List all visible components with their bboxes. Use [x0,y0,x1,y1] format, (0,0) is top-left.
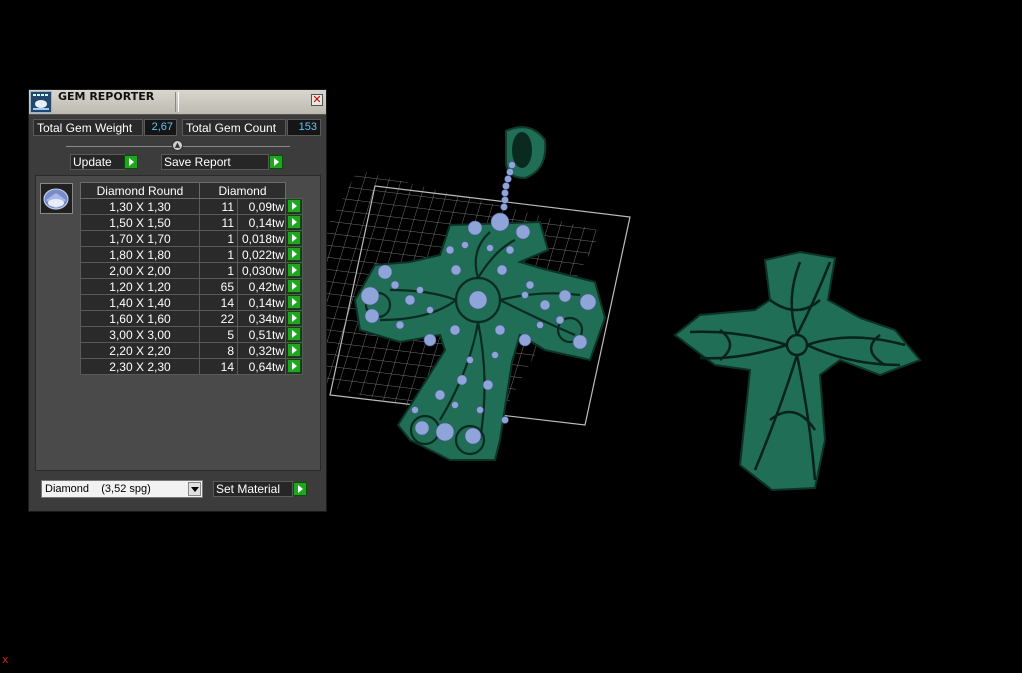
play-arrow-icon[interactable] [287,231,301,245]
material-select-value: Diamond (3,52 spg) [45,483,151,495]
gem-count: 65 [199,278,238,295]
play-arrow-icon[interactable] [287,247,301,261]
slider-knob-icon[interactable]: ▲ [172,140,183,151]
total-gem-weight-value: 2,67 [144,119,177,136]
material-select[interactable]: Diamond (3,52 spg) [41,480,203,498]
play-arrow-icon[interactable] [287,295,301,309]
play-arrow-icon[interactable] [287,263,301,277]
row-action-cell [285,246,303,263]
table-row[interactable]: 1,70 X 1,70 1 0,018tw [80,230,303,247]
gem-weight: 0,32tw [237,342,286,359]
close-icon: ✕ [312,93,322,106]
dropdown-arrow-icon[interactable] [188,482,201,496]
play-arrow-icon[interactable] [269,155,283,169]
gem-weight: 0,018tw [237,230,286,247]
gem-weight: 0,030tw [237,262,286,279]
row-action-cell [285,326,303,343]
gem-size: 3,00 X 3,00 [80,326,200,343]
gem-weight: 0,64tw [237,358,286,375]
gem-thumbnail-icon[interactable] [40,183,73,214]
gem-table: Diamond Round Diamond 1,30 X 1,30 11 0,0… [80,182,303,375]
gem-count: 1 [199,230,238,247]
gem-count: 1 [199,262,238,279]
gem-size: 2,00 X 2,00 [80,262,200,279]
play-arrow-icon[interactable] [293,482,307,496]
gem-count: 11 [199,214,238,231]
table-row[interactable]: 1,30 X 1,30 11 0,09tw [80,198,303,215]
gem-weight: 0,09tw [237,198,286,215]
gem-reporter-panel: GEM REPORTER ✕ Total Gem Weight 2,67 Tot… [28,89,327,512]
play-arrow-icon[interactable] [287,215,301,229]
row-action-cell [285,358,303,375]
play-arrow-icon[interactable] [287,343,301,357]
play-arrow-icon[interactable] [287,327,301,341]
table-row[interactable]: 2,30 X 2,30 14 0,64tw [80,358,303,375]
gem-list-area[interactable]: Diamond Round Diamond 1,30 X 1,30 11 0,0… [35,175,321,471]
gem-count: 5 [199,326,238,343]
play-arrow-icon[interactable] [124,155,138,169]
gem-count: 14 [199,294,238,311]
column-header-material: Diamond [199,182,286,199]
total-gem-count-value: 153 [287,119,321,136]
row-action-cell [285,294,303,311]
corner-mark: x [2,653,9,666]
gem-weight: 0,51tw [237,326,286,343]
update-button[interactable]: Update [70,154,125,170]
row-action-cell [285,262,303,279]
table-row[interactable]: 1,40 X 1,40 14 0,14tw [80,294,303,311]
title-separator [175,92,179,112]
panel-titlebar[interactable]: GEM REPORTER ✕ [29,90,326,115]
set-material-button[interactable]: Set Material [213,481,293,497]
gem-size: 1,40 X 1,40 [80,294,200,311]
row-action-cell [285,230,303,247]
row-action-cell [285,214,303,231]
save-report-button-label: Save Report [164,155,231,169]
row-action-cell [285,278,303,295]
save-report-button[interactable]: Save Report [161,154,269,170]
play-arrow-icon[interactable] [287,279,301,293]
gem-weight: 0,14tw [237,214,286,231]
column-header-shape: Diamond Round [80,182,200,199]
gem-count: 11 [199,198,238,215]
panel-title: GEM REPORTER [58,90,155,103]
table-header-row: Diamond Round Diamond [80,182,303,199]
app-icon [30,91,52,113]
table-row[interactable]: 2,00 X 2,00 1 0,030tw [80,262,303,279]
total-gem-count-label: Total Gem Count [182,119,286,136]
table-row[interactable]: 1,20 X 1,20 65 0,42tw [80,278,303,295]
row-action-cell [285,342,303,359]
gem-size: 2,20 X 2,20 [80,342,200,359]
row-action-cell [285,198,303,215]
table-row[interactable]: 1,60 X 1,60 22 0,34tw [80,310,303,327]
play-arrow-icon[interactable] [287,199,301,213]
column-header-empty [286,183,303,199]
gem-weight: 0,022tw [237,246,286,263]
table-row[interactable]: 3,00 X 3,00 5 0,51tw [80,326,303,343]
play-arrow-icon[interactable] [287,311,301,325]
table-row[interactable]: 2,20 X 2,20 8 0,32tw [80,342,303,359]
table-row[interactable]: 1,50 X 1,50 11 0,14tw [80,214,303,231]
total-gem-weight-label: Total Gem Weight [33,119,143,136]
row-action-cell [285,310,303,327]
gem-count: 1 [199,246,238,263]
gem-weight: 0,34tw [237,310,286,327]
gem-weight: 0,42tw [237,278,286,295]
play-arrow-icon[interactable] [287,359,301,373]
set-material-button-label: Set Material [216,482,281,496]
gem-size: 1,70 X 1,70 [80,230,200,247]
gem-count: 22 [199,310,238,327]
gem-size: 2,30 X 2,30 [80,358,200,375]
gem-count: 8 [199,342,238,359]
update-button-label: Update [73,155,112,169]
gem-size: 1,20 X 1,20 [80,278,200,295]
gem-size: 1,50 X 1,50 [80,214,200,231]
gem-count: 14 [199,358,238,375]
gem-size: 1,80 X 1,80 [80,246,200,263]
gem-size: 1,30 X 1,30 [80,198,200,215]
filigree-cross-model[interactable] [673,250,922,492]
gem-weight: 0,14tw [237,294,286,311]
gem-size: 1,60 X 1,60 [80,310,200,327]
table-row[interactable]: 1,80 X 1,80 1 0,022tw [80,246,303,263]
close-button[interactable]: ✕ [311,94,323,106]
